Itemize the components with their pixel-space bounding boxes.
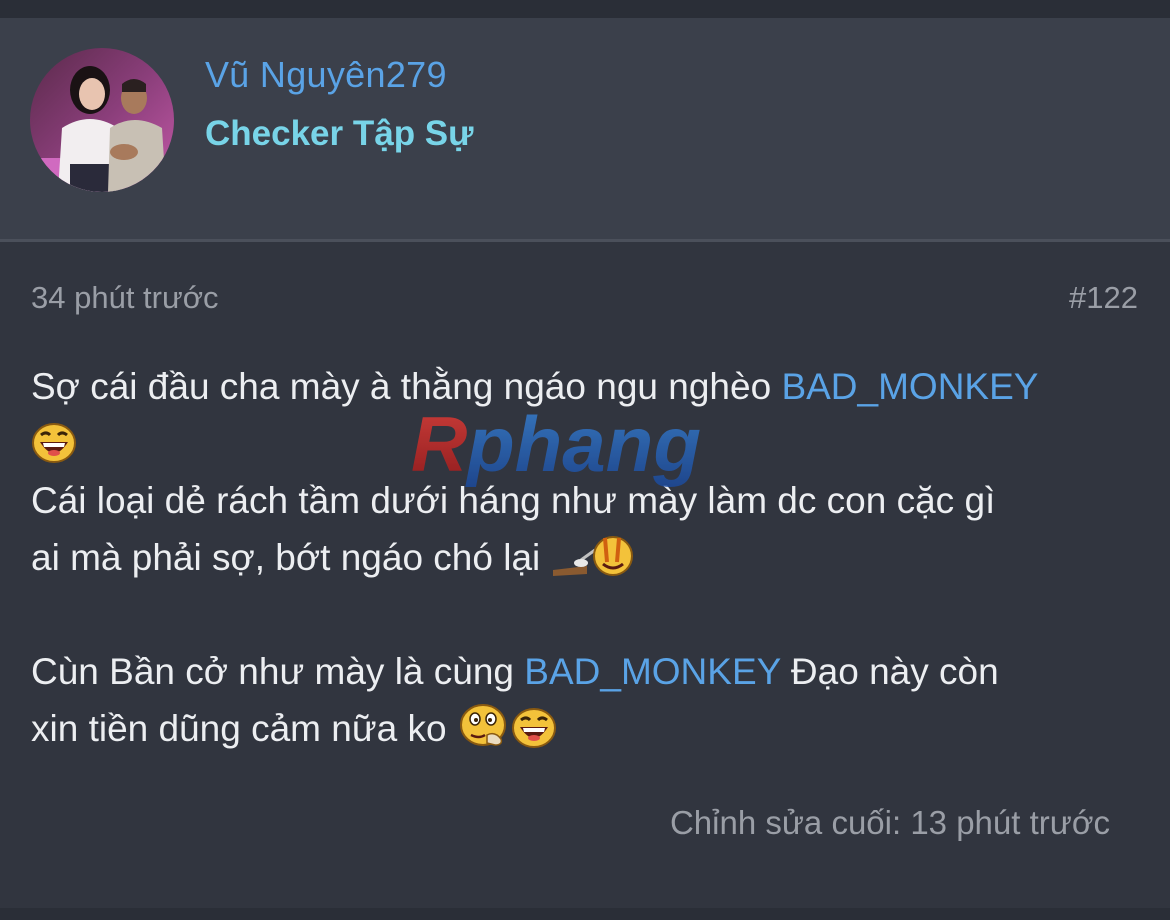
post-text: ai mà phải sợ, bớt ngáo chó lại (31, 537, 551, 578)
user-mention-link[interactable]: BAD_MONKEY (524, 651, 780, 692)
post-line: xin tiền dũng cảm nữa ko (31, 700, 1141, 757)
post-text: xin tiền dũng cảm nữa ko (31, 708, 457, 749)
post-timestamp[interactable]: 34 phút trước (31, 280, 219, 316)
thread-page: Vũ Nguyên279 Checker Tập Sự 34 phút trướ… (0, 0, 1170, 920)
post-text: Cùn Bần cở như mày là cùng (31, 651, 525, 692)
sweeping-emoji-icon (551, 532, 637, 594)
post-line: Sợ cái đầu cha mày à thằng ngáo ngu nghè… (31, 358, 1141, 415)
avatar-photo-icon (30, 48, 174, 192)
post-text: Sợ cái đầu cha mày à thằng ngáo ngu nghè… (31, 366, 782, 407)
post-line: Cùn Bần cở như mày là cùng BAD_MONKEY Đạ… (31, 643, 1141, 700)
thinking-emoji-icon (457, 703, 511, 765)
post-body: Sợ cái đầu cha mày à thằng ngáo ngu nghè… (31, 358, 1141, 757)
user-mention-link[interactable]: BAD_MONKEY (781, 366, 1038, 407)
post-line: ai mà phải sợ, bớt ngáo chó lại (31, 529, 1141, 586)
post-line (31, 415, 1141, 472)
laughing-emoji-icon (511, 707, 557, 765)
username-link[interactable]: Vũ Nguyên279 (205, 54, 447, 96)
post-number-link[interactable]: #122 (1069, 280, 1138, 316)
last-edited-note: Chỉnh sửa cuối: 13 phút trước (669, 804, 1110, 841)
post-card: Vũ Nguyên279 Checker Tập Sự 34 phút trướ… (0, 18, 1170, 908)
post-text: Đạo này còn (780, 651, 999, 692)
post-line: Cái loại dẻ rách tầm dưới háng như mày l… (31, 472, 1141, 529)
user-avatar[interactable] (30, 48, 174, 192)
post-text: Cái loại dẻ rách tầm dưới háng như mày l… (31, 480, 996, 521)
user-rank-title: Checker Tập Sự (205, 114, 474, 153)
post-author-header: Vũ Nguyên279 Checker Tập Sự (0, 18, 1170, 242)
